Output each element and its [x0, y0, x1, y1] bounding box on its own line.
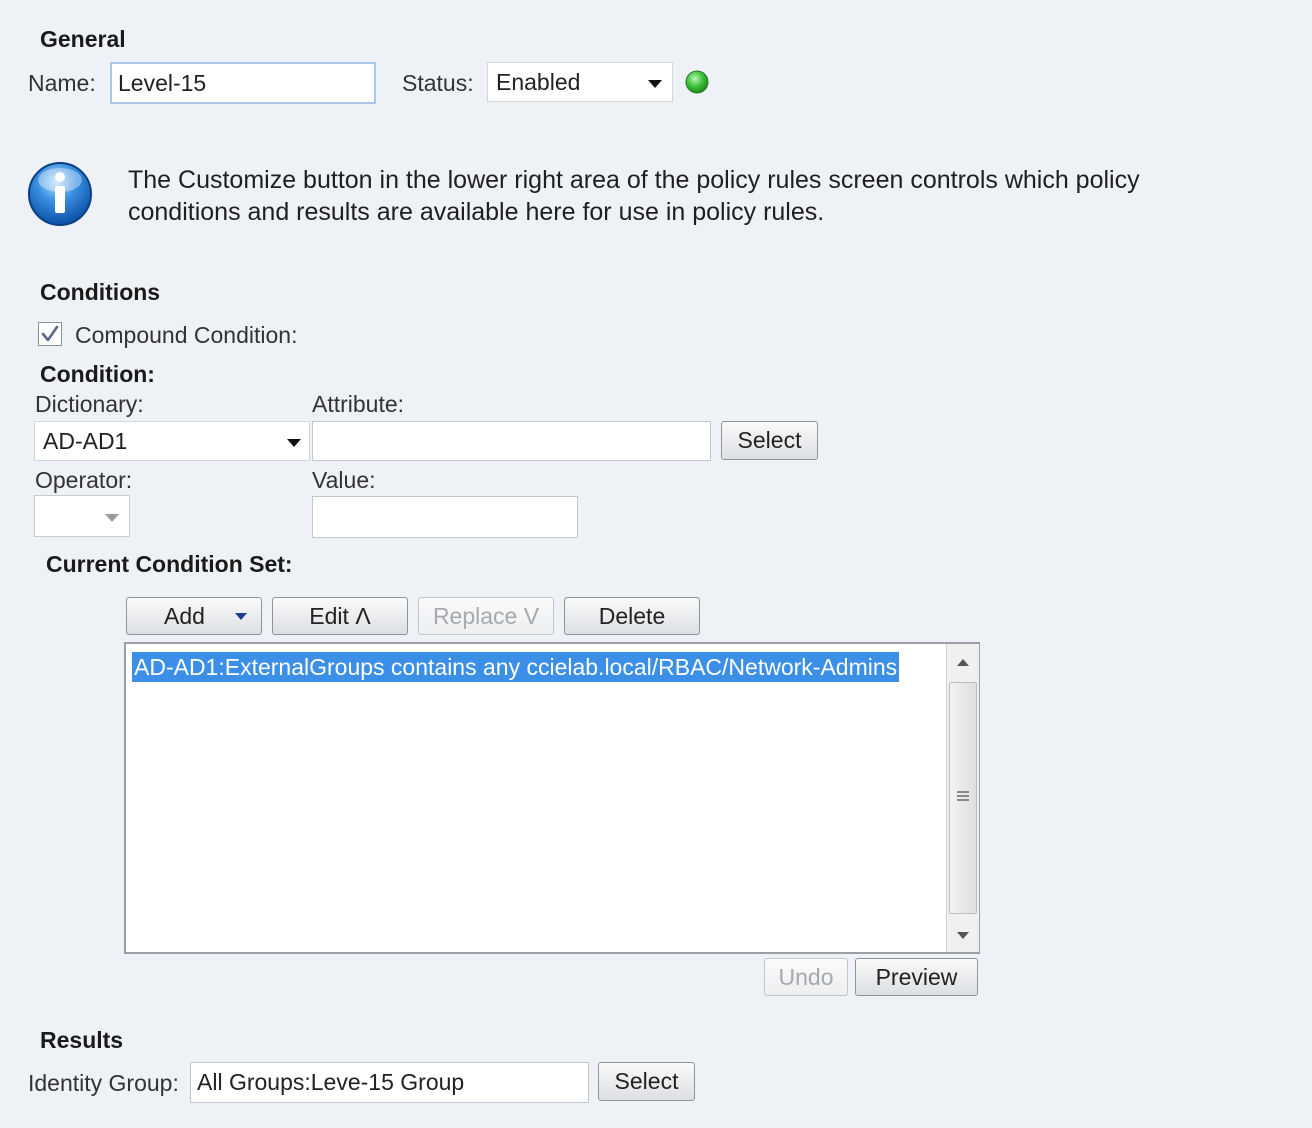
value-label: Value:: [312, 467, 376, 493]
add-button-label: Add: [164, 603, 205, 629]
dictionary-select-value: AD-AD1: [43, 428, 128, 454]
general-section-title: General: [40, 26, 126, 52]
info-icon: [28, 162, 92, 226]
undo-button[interactable]: Undo: [764, 958, 848, 996]
vertical-scrollbar[interactable]: [946, 644, 979, 952]
chevron-down-icon: [287, 439, 301, 447]
compound-condition-checkbox[interactable]: [38, 322, 62, 346]
value-input[interactable]: [312, 496, 578, 538]
conditions-section-title: Conditions: [40, 279, 161, 305]
status-indicator-icon: [685, 70, 709, 94]
edit-button[interactable]: Edit Λ: [272, 597, 408, 635]
list-item[interactable]: AD-AD1:ExternalGroups contains any cciel…: [132, 652, 900, 682]
chevron-down-icon: [235, 613, 247, 620]
replace-button[interactable]: Replace V: [418, 597, 554, 635]
identity-group-label: Identity Group:: [28, 1070, 179, 1096]
info-line-2: conditions and results are available her…: [128, 198, 825, 226]
identity-group-input[interactable]: [190, 1062, 589, 1103]
operator-label: Operator:: [35, 467, 133, 493]
dictionary-select[interactable]: AD-AD1: [34, 421, 310, 461]
status-select-value: Enabled: [496, 69, 581, 95]
operator-select[interactable]: [34, 495, 130, 537]
status-select[interactable]: Enabled: [487, 62, 673, 102]
compound-condition-label: Compound Condition:: [75, 322, 298, 348]
dictionary-label: Dictionary:: [35, 391, 144, 417]
status-label: Status:: [402, 70, 474, 96]
info-message: The Customize button in the lower right …: [128, 164, 1140, 228]
grip-icon: [957, 791, 969, 801]
add-button[interactable]: Add: [126, 597, 262, 635]
scroll-down-icon[interactable]: [956, 931, 970, 941]
preview-button[interactable]: Preview: [855, 958, 978, 996]
attribute-select-button[interactable]: Select: [721, 421, 818, 460]
current-condition-set-label: Current Condition Set:: [46, 551, 293, 577]
attribute-label: Attribute:: [312, 391, 405, 417]
name-label: Name:: [28, 70, 96, 96]
attribute-input[interactable]: [312, 421, 711, 461]
chevron-down-icon: [648, 80, 662, 88]
checkmark-icon: [41, 325, 59, 342]
name-input[interactable]: [110, 62, 376, 104]
info-line-1: The Customize button in the lower right …: [128, 166, 1140, 194]
results-section-title: Results: [40, 1027, 124, 1053]
identity-group-select-button[interactable]: Select: [598, 1062, 695, 1101]
scroll-up-icon[interactable]: [956, 657, 970, 667]
chevron-down-icon: [105, 514, 119, 522]
condition-set-list[interactable]: AD-AD1:ExternalGroups contains any cciel…: [124, 642, 980, 954]
scrollbar-thumb[interactable]: [949, 682, 977, 914]
delete-button[interactable]: Delete: [564, 597, 700, 635]
condition-label: Condition:: [40, 361, 155, 387]
